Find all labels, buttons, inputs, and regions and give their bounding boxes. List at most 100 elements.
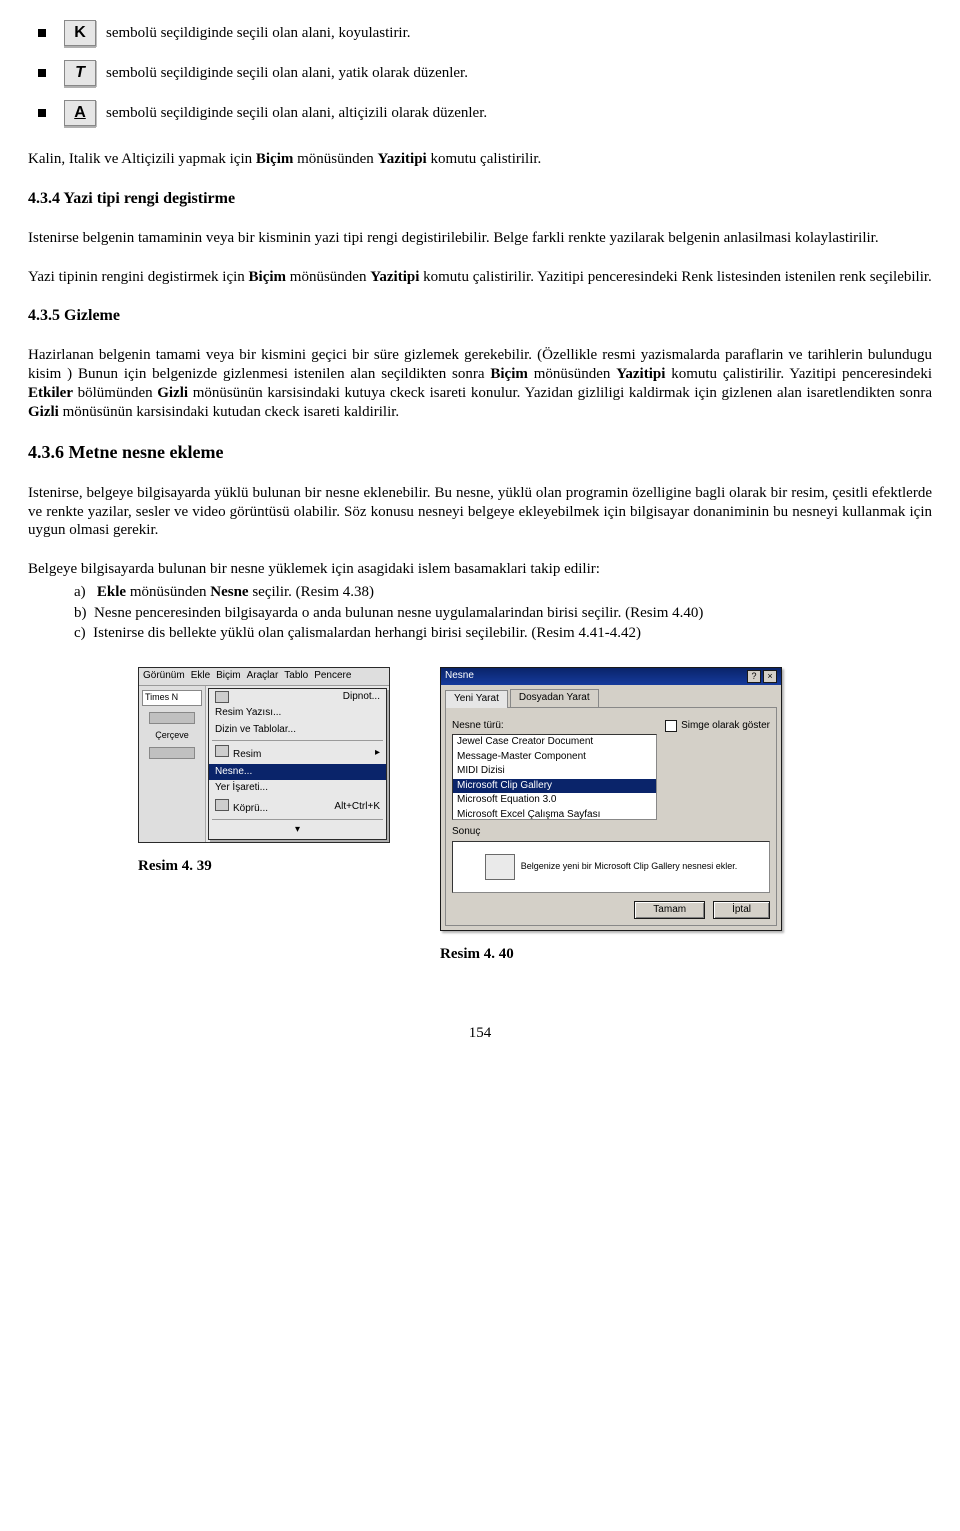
picture-icon bbox=[215, 745, 229, 757]
step-c: c) Istenirse dis bellekte yüklü olan çal… bbox=[74, 624, 932, 643]
text-segment: komutu çalistirilir. Yazitipi penceresin… bbox=[419, 269, 931, 285]
paragraph-436a: Istenirse, belgeye bilgisayarda yüklü bu… bbox=[28, 484, 932, 540]
text-segment: seçilir. (Resim 4.38) bbox=[249, 584, 374, 600]
menubar-item: Görünüm bbox=[143, 670, 185, 683]
text-segment: mönüsünden bbox=[293, 151, 377, 167]
tab-dosyadan-yarat: Dosyadan Yarat bbox=[510, 689, 599, 707]
tab-yeni-yarat: Yeni Yarat bbox=[445, 690, 508, 708]
bullet-text: sembolü seçildiginde seçili olan alani, … bbox=[106, 24, 411, 43]
toolbar-label: Çerçeve bbox=[155, 730, 189, 741]
close-icon: × bbox=[763, 670, 777, 683]
paragraph-kalin-italic: Kalin, Italik ve Altiçizili yapmak için … bbox=[28, 150, 932, 169]
menubar-item: Biçim bbox=[216, 670, 240, 683]
bullet-item-underline: A sembolü seçildiginde seçili olan alani… bbox=[28, 100, 932, 126]
bold-gizli: Gizli bbox=[157, 385, 188, 401]
menubar-item: Araçlar bbox=[247, 670, 279, 683]
list-item: Microsoft Excel Çalışma Sayfası bbox=[453, 808, 656, 821]
dialog-tabs: Yeni Yarat Dosyadan Yarat bbox=[441, 685, 781, 707]
bold-yazitipi: Yazitipi bbox=[616, 366, 665, 382]
menu-separator bbox=[212, 819, 383, 820]
menu-item-selected: Nesne... bbox=[209, 764, 386, 781]
icon-letter-a: A bbox=[74, 103, 86, 123]
link-icon bbox=[215, 799, 229, 811]
heading-434: 4.3.4 Yazi tipi rengi degistirme bbox=[28, 189, 932, 209]
result-text: Belgenize yeni bir Microsoft Clip Galler… bbox=[521, 861, 738, 872]
show-as-icon-checkbox: Simge olarak göster bbox=[665, 720, 770, 733]
bold-icon: K bbox=[64, 20, 96, 46]
bold-yazitipi: Yazitipi bbox=[378, 151, 427, 167]
text-segment: komutu çalistirilir. bbox=[427, 151, 542, 167]
underline-icon: A bbox=[64, 100, 96, 126]
bullet-item-italic: T sembolü seçildiginde seçili olan alani… bbox=[28, 60, 932, 86]
text-segment: Yazi tipinin rengini degistirmek için bbox=[28, 269, 249, 285]
menubar-item: Tablo bbox=[284, 670, 308, 683]
result-label: Sonuç bbox=[452, 826, 770, 839]
toolbar-left: Times N Çerçeve bbox=[139, 686, 206, 842]
text-segment: bölümünden bbox=[73, 385, 157, 401]
list-item: Message-Master Component bbox=[453, 750, 656, 765]
menu-item: Resim Yazısı... bbox=[209, 705, 386, 722]
dialog-titlebar: Nesne ? × bbox=[441, 668, 781, 685]
heading-435: 4.3.5 Gizleme bbox=[28, 306, 932, 326]
caption-40: Resim 4. 40 bbox=[440, 945, 514, 964]
text-segment: mönüsünden bbox=[126, 584, 210, 600]
ok-button: Tamam bbox=[634, 901, 705, 920]
text-segment: mönüsünün karsisindaki kutudan ckeck isa… bbox=[59, 404, 399, 420]
list-label: Nesne türü: bbox=[452, 720, 657, 733]
paragraph-436b: Belgeye bilgisayarda bulunan bir nesne y… bbox=[28, 560, 932, 579]
step-b: b) Nesne penceresinden bilgisayarda o an… bbox=[74, 604, 932, 623]
ordered-steps: a) Ekle mönüsünden Nesne seçilir. (Resim… bbox=[74, 583, 932, 643]
icon-letter-k: K bbox=[74, 23, 86, 43]
step-letter: c) bbox=[74, 625, 86, 641]
cancel-button: İptal bbox=[713, 901, 770, 920]
bullet-text: sembolü seçildiginde seçili olan alani, … bbox=[106, 64, 468, 83]
dialog-title: Nesne bbox=[445, 670, 474, 683]
menu-shortcut: Alt+Ctrl+K bbox=[334, 801, 380, 814]
menu-item: Köprü...Alt+Ctrl+K bbox=[209, 797, 386, 818]
menu-separator bbox=[212, 740, 383, 741]
object-type-list: Jewel Case Creator Document Message-Mast… bbox=[452, 734, 657, 820]
text-segment: mönüsünün karsisindaki kutuya ckeck isar… bbox=[188, 385, 932, 401]
color-swatch bbox=[149, 747, 195, 759]
bold-ekle: Ekle bbox=[97, 584, 126, 600]
list-square-marker bbox=[38, 29, 46, 37]
icon-bullet-list: K sembolü seçildiginde seçili olan alani… bbox=[28, 20, 932, 126]
menu-screenshot: Görünüm Ekle Biçim Araçlar Tablo Pencere… bbox=[138, 667, 390, 843]
help-icon: ? bbox=[747, 670, 761, 683]
step-letter: a) bbox=[74, 584, 86, 600]
step-a: a) Ekle mönüsünden Nesne seçilir. (Resim… bbox=[74, 583, 932, 602]
bold-gizli: Gizli bbox=[28, 404, 59, 420]
text-segment: Kalin, Italik ve Altiçizili yapmak için bbox=[28, 151, 256, 167]
insert-dropdown: Dipnot... Resim Yazısı... Dizin ve Tablo… bbox=[208, 688, 387, 840]
step-letter: b) bbox=[74, 605, 87, 621]
text-segment: mönüsünden bbox=[528, 366, 616, 382]
bold-bicim: Biçim bbox=[256, 151, 294, 167]
bold-yazitipi: Yazitipi bbox=[370, 269, 419, 285]
bullet-item-bold: K sembolü seçildiginde seçili olan alani… bbox=[28, 20, 932, 46]
menubar-item: Ekle bbox=[191, 670, 210, 683]
list-item: Microsoft Equation 3.0 bbox=[453, 793, 656, 808]
bullet-text: sembolü seçildiginde seçili olan alani, … bbox=[106, 104, 487, 123]
checkbox-icon bbox=[665, 720, 677, 732]
figures-row: Görünüm Ekle Biçim Araçlar Tablo Pencere… bbox=[28, 667, 932, 964]
object-dialog: Nesne ? × Yeni Yarat Dosyadan Yarat Nesn… bbox=[440, 667, 782, 931]
figure-40: Nesne ? × Yeni Yarat Dosyadan Yarat Nesn… bbox=[440, 667, 782, 964]
bold-etkiler: Etkiler bbox=[28, 385, 73, 401]
menu-item: Dizin ve Tablolar... bbox=[209, 722, 386, 739]
list-item: Jewel Case Creator Document bbox=[453, 735, 656, 750]
result-preview-icon bbox=[485, 854, 515, 880]
list-square-marker bbox=[38, 109, 46, 117]
result-preview: Belgenize yeni bir Microsoft Clip Galler… bbox=[452, 841, 770, 893]
list-square-marker bbox=[38, 69, 46, 77]
menubar: Görünüm Ekle Biçim Araçlar Tablo Pencere bbox=[139, 668, 389, 686]
paragraph-434a: Istenirse belgenin tamaminin veya bir ki… bbox=[28, 229, 932, 248]
list-item-selected: Microsoft Clip Gallery bbox=[453, 779, 656, 794]
caption-39: Resim 4. 39 bbox=[138, 857, 212, 876]
dialog-button-row: Tamam İptal bbox=[452, 901, 770, 920]
bold-bicim: Biçim bbox=[490, 366, 528, 382]
page-number: 154 bbox=[28, 1024, 932, 1043]
text-segment: Nesne penceresinden bilgisayarda o anda … bbox=[94, 605, 703, 621]
italic-icon: T bbox=[64, 60, 96, 86]
list-item: MIDI Dizisi bbox=[453, 764, 656, 779]
text-segment: komutu çalistirilir. Yazitipi penceresin… bbox=[665, 366, 932, 382]
